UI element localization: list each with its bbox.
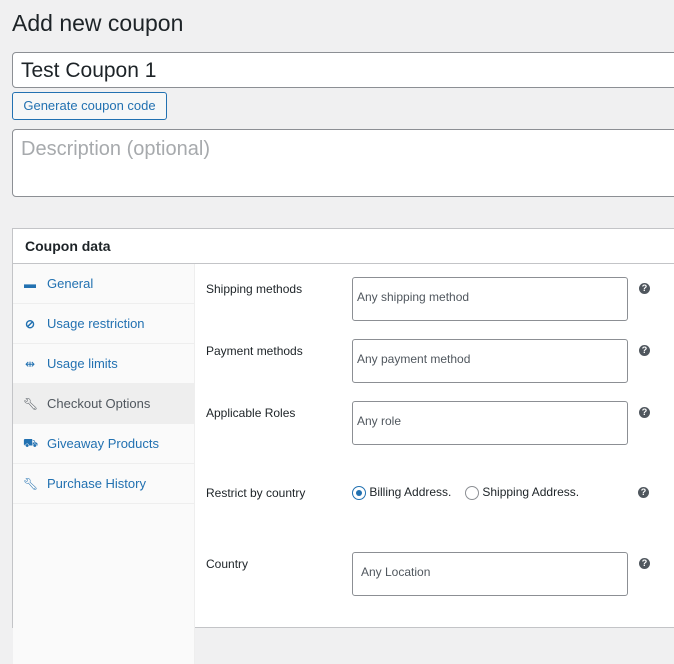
cart-icon: ⛟ <box>23 435 39 450</box>
shipping-methods-select[interactable]: Any shipping method <box>352 277 628 321</box>
billing-address-option[interactable]: Billing Address. <box>352 485 451 500</box>
panel-title: Coupon data <box>13 229 674 264</box>
billing-label: Billing Address. <box>369 485 452 499</box>
country-label: Country <box>206 557 249 571</box>
country-select[interactable]: Any Location <box>352 552 628 596</box>
billing-radio[interactable] <box>352 485 366 500</box>
applicable-roles-label: Applicable Roles <box>206 406 296 420</box>
tab-usage-limits[interactable]: ⇹ Usage limits <box>13 344 194 384</box>
page-title: Add new coupon <box>12 10 184 36</box>
wrench-icon: 🔧︎ <box>23 396 39 411</box>
tab-label: Usage limits <box>47 356 118 371</box>
help-icon[interactable]: ? <box>639 407 650 418</box>
coupon-data-tabs: ▬ General ⊘ Usage restriction ⇹ Usage limit… <box>13 264 195 664</box>
generate-coupon-code-button[interactable]: Generate coupon code <box>12 92 167 120</box>
tab-label: Usage restriction <box>47 316 145 331</box>
restrict-by-country-label: Restrict by country <box>206 486 306 500</box>
coupon-title-input[interactable]: Test Coupon 1 <box>12 52 674 88</box>
tab-checkout-options[interactable]: 🔧︎ Checkout Options <box>13 384 194 424</box>
shipping-methods-label: Shipping methods <box>206 282 303 296</box>
ticket-icon: ▬ <box>24 276 36 291</box>
shipping-address-option[interactable]: Shipping Address. <box>465 485 579 500</box>
shipping-radio[interactable] <box>465 485 479 500</box>
applicable-roles-select[interactable]: Any role <box>352 401 628 445</box>
payment-methods-label: Payment methods <box>206 344 303 358</box>
payment-methods-select[interactable]: Any payment method <box>352 339 628 383</box>
wrench-icon: 🔧︎ <box>23 476 39 491</box>
help-icon[interactable]: ? <box>639 345 650 356</box>
tab-general[interactable]: ▬ General <box>13 264 194 304</box>
tab-label: Purchase History <box>47 476 146 491</box>
description-textarea[interactable]: Description (optional) <box>12 129 674 197</box>
tab-label: General <box>47 276 94 291</box>
help-icon[interactable]: ? <box>639 283 650 294</box>
help-icon[interactable]: ? <box>638 487 649 498</box>
block-icon: ⊘ <box>24 316 36 331</box>
tab-label: Checkout Options <box>47 396 151 411</box>
limits-icon: ⇹ <box>24 356 36 371</box>
tab-usage-restriction[interactable]: ⊘ Usage restriction <box>13 304 194 344</box>
tab-purchase-history[interactable]: 🔧︎ Purchase History <box>13 464 194 504</box>
help-icon[interactable]: ? <box>639 558 650 569</box>
tab-label: Giveaway Products <box>47 436 159 451</box>
shipping-label: Shipping Address. <box>482 485 580 499</box>
tab-giveaway-products[interactable]: ⛟ Giveaway Products <box>13 424 194 464</box>
